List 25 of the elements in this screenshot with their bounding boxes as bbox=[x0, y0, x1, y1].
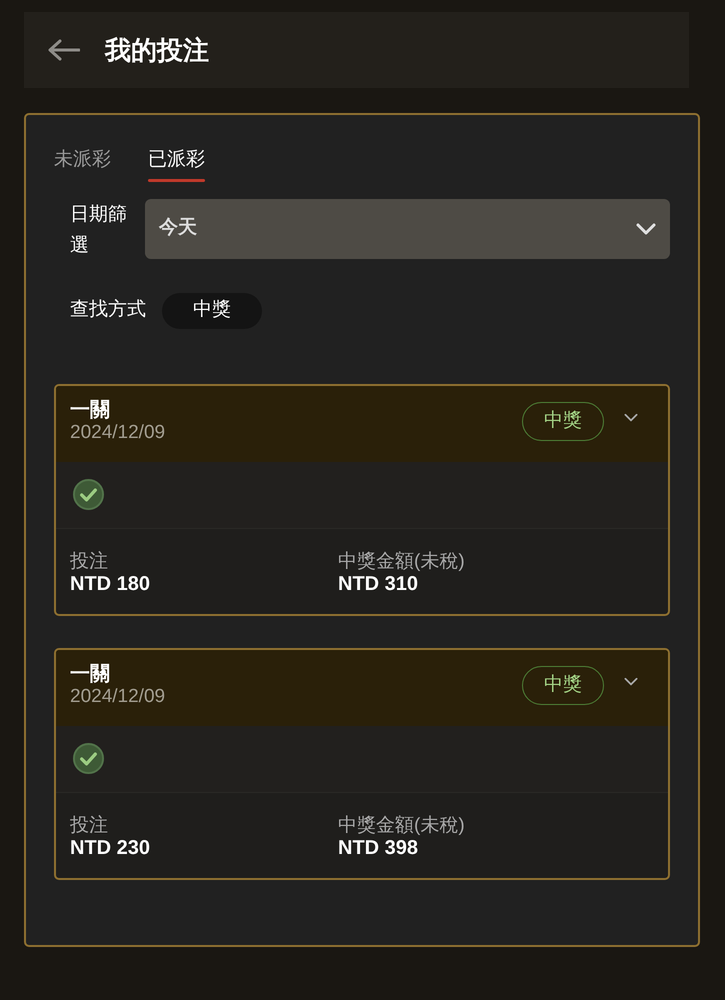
payout-label: 中獎金額(未稅) bbox=[338, 550, 465, 573]
stake-amount: NTD 180 bbox=[70, 572, 152, 596]
payout-amount: NTD 310 bbox=[338, 572, 420, 596]
chevron-down-icon bbox=[623, 412, 639, 424]
status-badge: 中獎 bbox=[522, 666, 604, 705]
date-filter-label: 日期篩選 bbox=[70, 202, 128, 258]
chevron-down-icon bbox=[636, 222, 656, 235]
page-title: 我的投注 bbox=[105, 34, 209, 66]
payout-amount: NTD 398 bbox=[338, 836, 420, 860]
bet-date: 2024/12/09 bbox=[70, 686, 166, 708]
payout-label: 中獎金額(未稅) bbox=[338, 814, 465, 837]
back-arrow-icon[interactable] bbox=[48, 39, 80, 61]
stake-label: 投注 bbox=[70, 814, 109, 837]
bet-title: 一關 bbox=[70, 662, 111, 686]
stake-amount: NTD 230 bbox=[70, 836, 152, 860]
bet-title: 一關 bbox=[70, 398, 111, 422]
tab[interactable]: 已派彩 bbox=[148, 148, 205, 182]
stake-label: 投注 bbox=[70, 550, 109, 573]
bet-date: 2024/12/09 bbox=[70, 422, 166, 444]
chevron-down-icon bbox=[623, 676, 639, 688]
status-badge: 中獎 bbox=[522, 402, 604, 441]
date-select[interactable]: 今天 bbox=[144, 198, 670, 259]
tab[interactable]: 未派彩 bbox=[54, 148, 111, 182]
search-method-label: 查找方式 bbox=[70, 298, 146, 322]
search-method-chip[interactable]: 中獎 bbox=[162, 292, 262, 329]
